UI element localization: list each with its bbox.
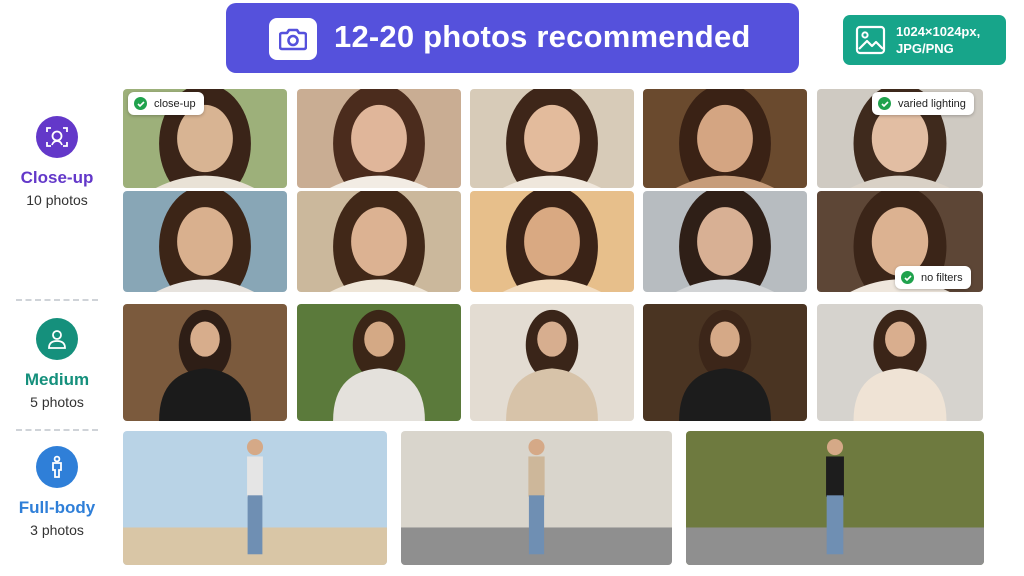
spec-resolution: 1024×1024px, [896, 24, 981, 39]
section-divider [16, 299, 98, 301]
face-scan-icon [36, 116, 78, 158]
section-count: 3 photos [30, 522, 84, 538]
close-up-photo [297, 191, 461, 292]
medium-shot-photo [123, 304, 287, 421]
header-banner: 12-20 photos recommended [226, 3, 799, 73]
section-count: 10 photos [26, 192, 88, 208]
photo-guidelines-page: 12-20 photos recommended 1024×1024px, JP… [0, 0, 1024, 576]
check-icon [134, 97, 147, 110]
tag-label: close-up [154, 97, 196, 110]
close-up-photo [470, 191, 634, 292]
page-title: 12-20 photos recommended [334, 19, 751, 54]
section-count: 5 photos [30, 394, 84, 410]
close-up-photo [470, 89, 634, 188]
close-up-photo [643, 89, 807, 188]
check-icon [901, 271, 914, 284]
spec-formats: JPG/PNG [896, 41, 954, 56]
close-up-photo [123, 191, 287, 292]
section-label-close-up: Close-up 10 photos [0, 116, 114, 208]
full-body-icon [36, 446, 78, 488]
full-body-photo [686, 431, 984, 565]
full-body-photo [401, 431, 672, 565]
full-body-photo [123, 431, 387, 565]
tag-varied-lighting: varied lighting [872, 92, 974, 115]
section-name: Full-body [18, 498, 96, 517]
close-up-photo [297, 89, 461, 188]
tag-no-filters: no filters [895, 266, 971, 289]
upper-body-icon [36, 318, 78, 360]
check-icon [878, 97, 891, 110]
camera-icon [269, 18, 317, 60]
close-up-photo [643, 191, 807, 292]
medium-shot-photo [297, 304, 461, 421]
tag-label: varied lighting [898, 97, 966, 110]
section-name: Medium [24, 370, 90, 389]
section-label-medium: Medium 5 photos [0, 318, 114, 410]
format-spec-badge: 1024×1024px, JPG/PNG [843, 15, 1006, 65]
section-label-full-body: Full-body 3 photos [0, 446, 114, 538]
tag-close-up: close-up [128, 92, 204, 115]
section-name: Close-up [20, 168, 94, 187]
medium-shot-photo [470, 304, 634, 421]
image-icon [854, 24, 887, 56]
medium-shot-photo [643, 304, 807, 421]
section-divider [16, 429, 98, 431]
medium-shot-photo [817, 304, 983, 421]
tag-label: no filters [921, 271, 963, 284]
